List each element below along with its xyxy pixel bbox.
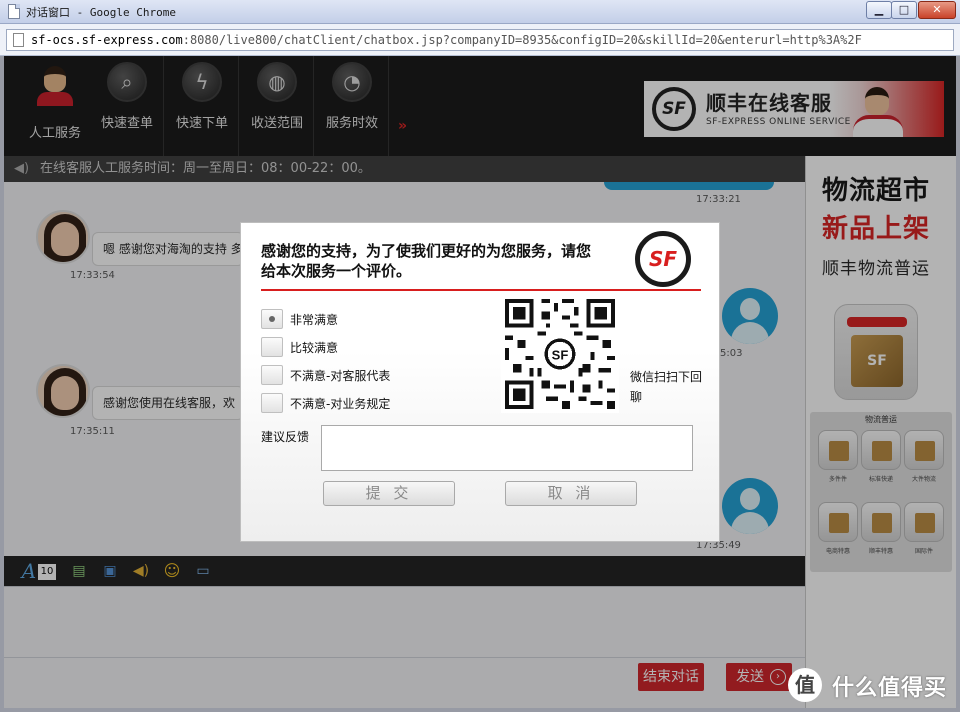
feedback-label: 建议反馈 bbox=[261, 430, 310, 444]
radio-unselected[interactable] bbox=[261, 393, 283, 413]
minimize-button[interactable]: ▁ bbox=[866, 1, 892, 19]
address-bar: sf-ocs.sf-express.com:8080/live800/chatC… bbox=[0, 24, 960, 56]
option-label: 非常满意 bbox=[290, 313, 339, 327]
option-label: 比较满意 bbox=[290, 341, 339, 355]
feedback-textarea[interactable] bbox=[321, 425, 693, 471]
radio-unselected[interactable] bbox=[261, 365, 283, 385]
url-path: :8080/live800/chatClient/chatbox.jsp?com… bbox=[182, 33, 862, 47]
watermark-text: 什么值得买 bbox=[832, 676, 948, 701]
radio-unselected[interactable] bbox=[261, 337, 283, 357]
rating-dialog: 感谢您的支持，为了使我们更好的为您服务，请您给本次服务一个评价。 SF 非常满意… bbox=[240, 222, 720, 542]
smzdm-logo-icon: 值 bbox=[788, 668, 822, 702]
url-field[interactable]: sf-ocs.sf-express.com:8080/live800/chatC… bbox=[6, 29, 954, 51]
cancel-button[interactable]: 取 消 bbox=[505, 481, 637, 506]
dialog-title: 感谢您的支持，为了使我们更好的为您服务，请您给本次服务一个评价。 bbox=[261, 242, 592, 280]
document-icon bbox=[8, 4, 20, 19]
option-label: 不满意-对业务规定 bbox=[290, 397, 391, 411]
close-button[interactable]: ✕ bbox=[918, 1, 956, 19]
sf-logo: SF bbox=[635, 231, 691, 287]
svg-text:SF: SF bbox=[552, 347, 569, 362]
radio-selected[interactable] bbox=[261, 309, 283, 329]
window-titlebar: 对话窗口 - Google Chrome ▁ □ ✕ bbox=[0, 0, 960, 24]
page-icon bbox=[13, 33, 24, 47]
qr-caption: 微信扫扫下回聊 bbox=[630, 370, 703, 404]
window-title: 对话窗口 - Google Chrome bbox=[26, 6, 176, 19]
sf-logo-text: SF bbox=[648, 247, 678, 271]
url-text[interactable]: sf-ocs.sf-express.com:8080/live800/chatC… bbox=[31, 33, 862, 47]
smzdm-watermark: 值 什么值得买 bbox=[788, 664, 956, 708]
url-host: sf-ocs.sf-express.com bbox=[31, 33, 183, 47]
wechat-qr-code: SF bbox=[501, 295, 619, 413]
option-label: 不满意-对客服代表 bbox=[290, 369, 391, 383]
dialog-divider bbox=[261, 289, 701, 291]
maximize-button[interactable]: □ bbox=[891, 1, 917, 19]
submit-button[interactable]: 提 交 bbox=[323, 481, 455, 506]
